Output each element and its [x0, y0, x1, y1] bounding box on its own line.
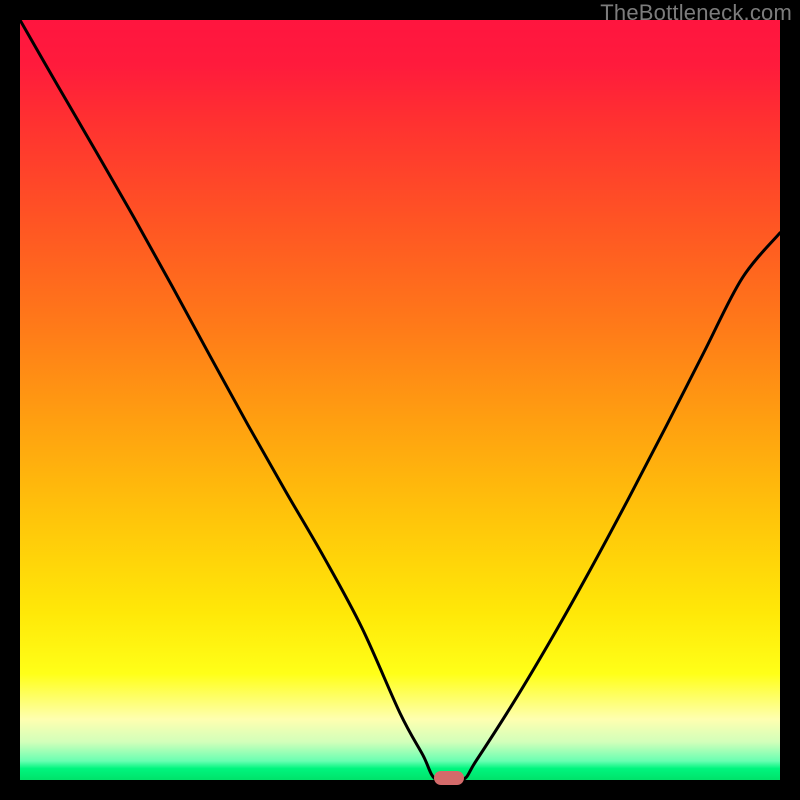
chart-frame: TheBottleneck.com	[0, 0, 800, 800]
chart-plot-area	[20, 20, 780, 780]
bottleneck-curve	[20, 20, 780, 780]
watermark-text: TheBottleneck.com	[600, 0, 792, 26]
minimum-marker	[434, 771, 464, 785]
